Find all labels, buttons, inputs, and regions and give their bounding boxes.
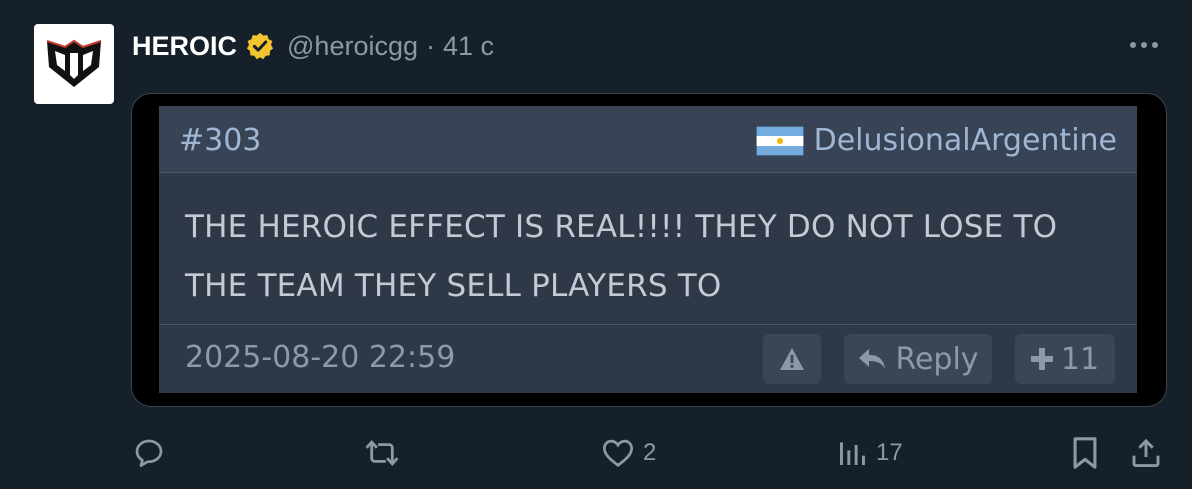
media-attachment[interactable]: #303 DelusionalArgentine THE HEROIC EFFE… xyxy=(131,93,1167,407)
plus-icon xyxy=(1030,348,1053,370)
bookmark-icon xyxy=(1073,437,1097,469)
heart-icon xyxy=(602,439,634,467)
post-actions: 2 17 xyxy=(0,430,1192,480)
comment-icon xyxy=(135,439,163,467)
views-count: 17 xyxy=(876,439,903,466)
author-name[interactable]: HEROIC xyxy=(132,31,237,62)
upvote-count: 11 xyxy=(1060,341,1100,377)
argentina-flag-icon xyxy=(755,125,804,156)
card-header: #303 DelusionalArgentine xyxy=(159,106,1137,173)
comment-date: 2025-08-20 22:59 xyxy=(185,340,456,375)
post-time[interactable]: 41 с xyxy=(443,31,494,62)
bookmark-action-button[interactable] xyxy=(1070,430,1100,476)
post-number: #303 xyxy=(179,123,262,158)
more-options-icon[interactable] xyxy=(1124,30,1164,60)
embedded-comment-card: #303 DelusionalArgentine THE HEROIC EFFE… xyxy=(159,106,1137,393)
reply-label: Reply xyxy=(895,341,979,377)
card-footer: 2025-08-20 22:59 Reply 11 xyxy=(159,324,1137,393)
reply-button: Reply xyxy=(844,334,992,384)
like-count: 2 xyxy=(643,439,657,466)
warning-icon xyxy=(780,348,804,370)
author-avatar[interactable] xyxy=(34,24,114,104)
reply-arrow-icon xyxy=(859,349,886,369)
repost-action-button[interactable] xyxy=(364,430,400,476)
embedded-author-name: DelusionalArgentine xyxy=(813,123,1117,158)
views-chart-icon xyxy=(840,442,865,465)
comment-text: THE HEROIC EFFECT IS REAL!!!! THEY DO NO… xyxy=(185,209,1058,304)
separator-dot: · xyxy=(426,30,435,61)
reply-action-button[interactable] xyxy=(133,430,165,476)
upvote-button: 11 xyxy=(1015,334,1115,384)
like-action-button[interactable]: 2 xyxy=(601,430,656,476)
views-action-button[interactable]: 17 xyxy=(836,430,903,476)
heroic-logo-icon xyxy=(46,39,102,87)
author-handle[interactable]: @heroicgg xyxy=(287,31,418,62)
embedded-author: DelusionalArgentine xyxy=(755,123,1117,158)
share-icon xyxy=(1132,438,1160,467)
verified-badge-icon[interactable] xyxy=(245,31,275,61)
report-button xyxy=(763,334,821,384)
share-action-button[interactable] xyxy=(1130,430,1162,476)
post-header: HEROIC @heroicgg · 41 с xyxy=(132,28,494,64)
repost-icon xyxy=(365,439,399,467)
